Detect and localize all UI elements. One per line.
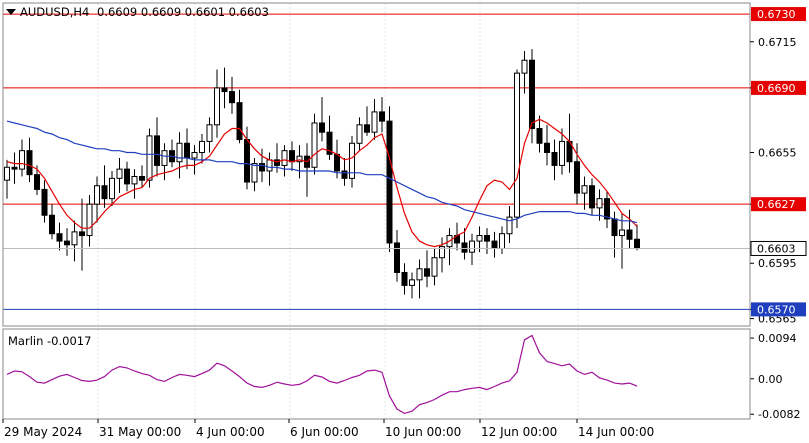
bearish-candle [289, 150, 295, 163]
bullish-candle [4, 166, 10, 181]
bullish-candle [206, 124, 213, 142]
bearish-candle [544, 142, 550, 154]
bullish-candle [161, 150, 168, 166]
bullish-candle [521, 59, 528, 74]
symbol-timeframe: AUDUSD,H4 [20, 5, 89, 19]
bearish-candle [484, 235, 490, 242]
bullish-candle [176, 142, 183, 163]
time-tick-label: 29 May 2024 [4, 425, 82, 439]
bearish-candle [536, 128, 543, 144]
osc-tick-label: -0.0082 [758, 408, 800, 421]
bullish-candle [581, 185, 588, 194]
bearish-candle [379, 111, 385, 122]
bearish-candle [139, 175, 145, 181]
bearish-candle [79, 231, 85, 237]
bearish-candle [364, 124, 370, 133]
bearish-candle [574, 161, 580, 194]
bearish-candle [589, 185, 595, 209]
bullish-candle [281, 150, 288, 166]
bearish-candle [529, 59, 535, 130]
bullish-candle [109, 177, 115, 200]
bearish-candle [101, 185, 108, 200]
bearish-candle [461, 242, 468, 253]
bearish-candle [424, 268, 430, 277]
time-tick-label: 31 May 00:00 [99, 425, 181, 439]
bearish-candle [401, 271, 408, 286]
price-tick-label: 0.6715 [758, 36, 797, 49]
bullish-candle [214, 87, 220, 126]
time-tick-label: 12 Jun 00:00 [481, 425, 557, 439]
chart-canvas: 0.0094 0.00 -0.0082 0.6715 0.6690 0.6655 0.66… [0, 0, 809, 443]
level-price-label: 0.6730 [757, 8, 796, 21]
current-price-label: 0.6603 [757, 242, 796, 255]
bullish-candle [86, 203, 93, 237]
bearish-candle [49, 214, 55, 235]
level-price-label: 0.6570 [757, 303, 796, 316]
bullish-candle [596, 198, 603, 209]
bullish-candle [251, 163, 258, 183]
bearish-candle [124, 168, 130, 185]
bullish-candle [469, 240, 475, 253]
chart-background [0, 0, 809, 443]
bearish-candle [184, 142, 190, 159]
bullish-candle [619, 229, 625, 237]
bearish-candle [626, 229, 633, 240]
bullish-candle [71, 231, 78, 246]
bullish-candle [514, 72, 520, 218]
time-tick-label: 14 Jun 00:00 [578, 425, 654, 439]
bearish-candle [41, 188, 48, 216]
bearish-candle [634, 238, 640, 249]
bearish-candle [259, 163, 265, 172]
bearish-candle [56, 233, 63, 242]
bullish-candle [506, 216, 513, 235]
bullish-candle [116, 168, 123, 179]
bullish-candle [266, 159, 273, 172]
time-tick-label: 4 Jun 00:00 [196, 425, 265, 439]
bearish-candle [319, 122, 325, 133]
bullish-candle [199, 140, 205, 154]
bullish-candle [19, 150, 25, 170]
bullish-candle [499, 233, 505, 249]
time-tick-label: 6 Jun 00:00 [290, 425, 359, 439]
bearish-candle [11, 166, 18, 170]
bearish-candle [236, 102, 243, 141]
bearish-candle [34, 174, 40, 190]
bullish-candle [356, 124, 363, 144]
price-tick-label: 0.6595 [758, 257, 797, 270]
bearish-candle [551, 152, 558, 166]
time-tick-label: 10 Jun 00:00 [385, 425, 461, 439]
bullish-candle [431, 257, 438, 277]
bearish-candle [26, 150, 33, 176]
bullish-candle [371, 111, 378, 133]
bullish-candle [559, 140, 565, 166]
bullish-candle [476, 235, 483, 242]
bearish-candle [394, 242, 400, 273]
level-price-label: 0.6690 [757, 82, 796, 95]
bearish-candle [64, 240, 70, 246]
level-price-label: 0.6627 [757, 198, 796, 211]
bullish-candle [146, 135, 153, 181]
bullish-candle [94, 185, 100, 205]
bearish-candle [154, 135, 160, 166]
osc-tick-label: 0.0094 [758, 332, 797, 345]
bullish-candle [311, 122, 318, 168]
ohlc-readout: 0.6609 0.6609 0.6601 0.6603 [97, 5, 269, 19]
bullish-candle [191, 152, 198, 159]
bearish-candle [244, 139, 250, 183]
bearish-candle [611, 218, 618, 237]
bullish-candle [409, 279, 415, 286]
bearish-candle [341, 170, 348, 179]
bearish-candle [491, 240, 498, 249]
osc-tick-label: 0.00 [758, 373, 783, 386]
bearish-candle [386, 120, 393, 244]
bearish-candle [604, 198, 610, 220]
bullish-candle [416, 268, 423, 281]
bearish-candle [221, 87, 228, 93]
price-tick-label: 0.6655 [758, 147, 797, 160]
bearish-candle [229, 91, 235, 104]
oscillator-title: Marlin -0.0017 [8, 334, 91, 348]
bearish-candle [334, 153, 340, 172]
bullish-candle [131, 175, 138, 185]
